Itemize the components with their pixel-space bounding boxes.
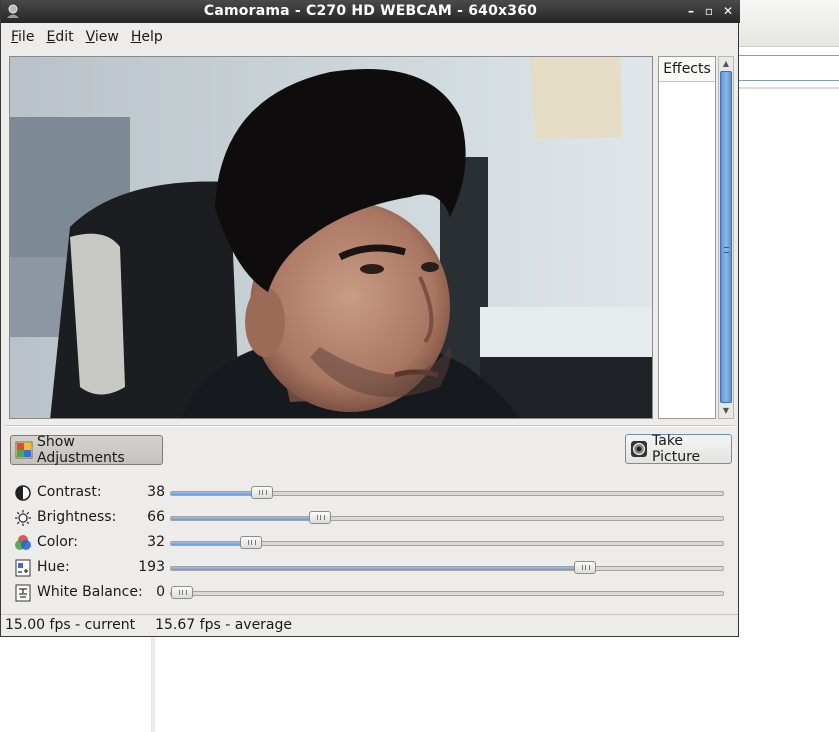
background-window-edge [151, 637, 155, 732]
fps-current: 15.00 fps - current [5, 617, 136, 633]
effects-scrollbar[interactable]: ▲ ▼ [718, 56, 734, 419]
effects-list[interactable]: Effects [658, 56, 716, 419]
color-row: Color: 32 [13, 532, 728, 554]
webcam-preview [9, 56, 653, 419]
window-title: Camorama - C270 HD WEBCAM - 640x360 [203, 3, 538, 19]
color-slider-handle[interactable] [240, 536, 262, 549]
menu-view[interactable]: View [80, 29, 125, 45]
color-label: Color: [37, 534, 79, 550]
effects-header: Effects [659, 57, 715, 82]
color-value: 32 [147, 534, 165, 550]
contrast-value: 38 [147, 484, 165, 500]
menu-view-label: iew [94, 29, 119, 45]
menu-bar: File Edit View Help [1, 23, 738, 51]
brightness-slider-fill [171, 517, 320, 520]
maximize-button[interactable]: ▫ [701, 3, 717, 19]
menu-edit-label: dit [55, 29, 74, 45]
contrast-icon [15, 485, 31, 501]
menu-help-mnemonic: H [130, 29, 142, 45]
white-balance-value: 0 [156, 584, 165, 600]
grip-icon [724, 247, 729, 253]
take-picture-label: Take Picture [652, 433, 701, 465]
contrast-row: Contrast: 38 [13, 482, 728, 504]
status-bar: 15.00 fps - current 15.67 fps - average [1, 614, 738, 636]
take-picture-button[interactable]: Take Picture [625, 433, 732, 465]
brightness-value: 66 [147, 509, 165, 525]
white-balance-slider[interactable] [170, 586, 724, 599]
minimize-button[interactable]: – [683, 3, 699, 19]
fps-average: 15.67 fps - average [155, 617, 293, 633]
menu-file[interactable]: File [5, 29, 40, 45]
brightness-icon [15, 510, 31, 526]
contrast-slider-fill [171, 492, 262, 495]
color-slider[interactable] [170, 536, 724, 549]
contrast-slider-handle[interactable] [251, 486, 273, 499]
menu-help[interactable]: Help [125, 29, 169, 45]
close-button[interactable]: ✕ [720, 3, 736, 19]
hue-slider-handle[interactable] [574, 561, 596, 574]
hue-row: Hue: 193 [13, 557, 728, 579]
brightness-slider-handle[interactable] [309, 511, 331, 524]
menu-help-label: elp [141, 29, 163, 45]
show-adjustments-label: Show Adjustments [37, 434, 125, 466]
contrast-slider[interactable] [170, 486, 724, 499]
hue-icon [15, 559, 31, 577]
scrollbar-thumb[interactable] [720, 71, 732, 403]
menu-file-mnemonic: F [11, 29, 19, 45]
hue-value: 193 [138, 559, 165, 575]
brightness-row: Brightness: 66 [13, 507, 728, 529]
show-adjustments-button[interactable]: Show Adjustments [10, 434, 163, 466]
scroll-up-icon[interactable]: ▲ [719, 57, 733, 71]
color-icon [15, 535, 31, 550]
white-balance-slider-handle[interactable] [171, 586, 193, 599]
webcam-frame [10, 57, 652, 418]
background-window-toolbar [738, 0, 839, 47]
adjustments-icon [15, 441, 33, 459]
camera-icon [631, 441, 647, 457]
hue-slider[interactable] [170, 561, 724, 574]
background-window-field [738, 55, 839, 81]
background-window-divider [738, 87, 839, 89]
brightness-slider[interactable] [170, 511, 724, 524]
camorama-window: Camorama - C270 HD WEBCAM - 640x360 – ▫ … [0, 0, 740, 637]
white-balance-row: White Balance: 0 [13, 582, 728, 604]
contrast-label: Contrast: [37, 484, 102, 500]
separator [5, 425, 735, 427]
white-balance-icon [15, 584, 31, 602]
hue-label: Hue: [37, 559, 70, 575]
scroll-down-icon[interactable]: ▼ [719, 404, 733, 418]
brightness-label: Brightness: [37, 509, 117, 525]
menu-file-label: ile [18, 29, 35, 45]
title-bar[interactable]: Camorama - C270 HD WEBCAM - 640x360 – ▫ … [1, 0, 740, 23]
menu-edit-mnemonic: E [46, 29, 56, 45]
color-slider-fill [171, 542, 251, 545]
menu-edit[interactable]: Edit [40, 29, 79, 45]
hue-slider-fill [171, 567, 585, 570]
menu-view-mnemonic: V [85, 29, 95, 45]
